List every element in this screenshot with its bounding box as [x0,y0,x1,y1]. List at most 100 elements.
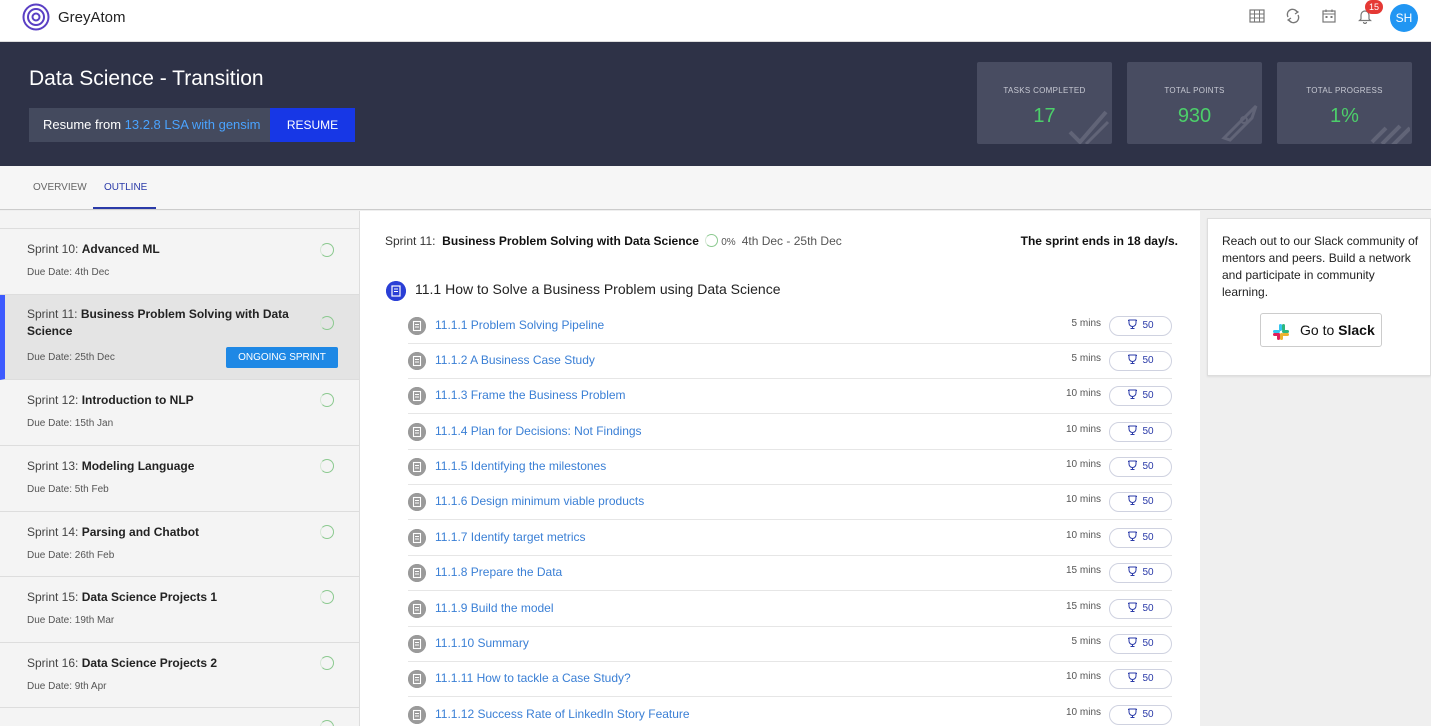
points-pill: 50 [1109,705,1172,725]
stat-tasks-completed: TASKS COMPLETED 17 [977,62,1112,144]
points-pill: 50 [1109,386,1172,406]
document-icon [408,670,426,688]
sprint-name: Data Science Projects 1 [81,590,218,604]
lesson-duration: 10 mins [1065,494,1101,505]
slack-description: Reach out to our Slack community of ment… [1222,234,1419,299]
lesson-row[interactable]: 11.1.1 Problem Solving Pipeline 5 mins 5… [408,309,1172,344]
sprint-prefix: Sprint 10: [27,242,82,256]
document-icon [408,493,426,511]
tab-overview[interactable]: OVERVIEW [33,182,87,193]
progress-ring-icon [320,656,334,670]
lesson-title[interactable]: 11.1.1 Problem Solving Pipeline [435,318,604,332]
progress-ring-icon [320,525,334,539]
document-icon [408,387,426,405]
lesson-title[interactable]: 11.1.9 Build the model [435,601,554,615]
lesson-duration: 10 mins [1065,459,1101,470]
resume-info: Resume from 13.2.8 LSA with gensim [29,108,270,142]
module-icon [386,281,406,301]
progress-ring-icon [320,720,334,726]
points-pill: 50 [1109,634,1172,654]
lesson-title[interactable]: 11.1.11 How to tackle a Case Study? [435,671,631,685]
go-to-slack-button[interactable]: Go to Slack [1260,313,1382,347]
sprint-item-14[interactable]: Sprint 14: Parsing and Chatbot Due Date:… [0,512,359,577]
document-icon [408,600,426,618]
lesson-row[interactable]: 11.1.12 Success Rate of LinkedIn Story F… [408,698,1172,726]
lesson-row[interactable]: 11.1.7 Identify target metrics 10 mins 5… [408,521,1172,556]
lesson-row[interactable]: 11.1.4 Plan for Decisions: Not Findings … [408,415,1172,450]
greyatom-logo-icon [22,3,50,31]
sprint-name: Modeling Language [81,459,195,473]
resume-link[interactable]: 13.2.8 LSA with gensim [125,117,261,132]
lesson-row[interactable]: 11.1.5 Identifying the milestones 10 min… [408,450,1172,485]
slack-button-brand: Slack [1338,322,1375,338]
lesson-row[interactable]: 11.1.9 Build the model 15 mins 50 [408,592,1172,627]
lesson-row[interactable]: 11.1.6 Design minimum viable products 10… [408,485,1172,520]
lesson-title[interactable]: 11.1.12 Success Rate of LinkedIn Story F… [435,707,690,721]
sync-icon[interactable] [1285,8,1301,24]
sprint-prefix: Sprint 13: [27,459,82,473]
sprint-list: Sprint 10: Advanced ML Due Date: 4th Dec… [0,211,360,726]
lesson-title[interactable]: 11.1.8 Prepare the Data [435,565,562,579]
points-pill: 50 [1109,422,1172,442]
sprint-title: Sprint 13: Modeling Language [27,458,297,475]
sprint-due-date: Due Date: 4th Dec [27,267,110,278]
progress-ring-icon [320,243,334,257]
lesson-points: 50 [1142,567,1154,578]
points-pill: 50 [1109,669,1172,689]
lesson-row[interactable]: 11.1.2 A Business Case Study 5 mins 50 [408,344,1172,379]
document-icon [408,529,426,547]
lesson-duration: 5 mins [1071,318,1101,329]
lesson-title[interactable]: 11.1.4 Plan for Decisions: Not Findings [435,424,642,438]
resume-button[interactable]: RESUME [270,108,355,142]
lesson-duration: 10 mins [1065,530,1101,541]
sprint-list-top-edge [0,211,359,229]
apps-icon[interactable] [1249,8,1265,24]
sprint-item-next[interactable] [0,708,359,726]
lesson-row[interactable]: 11.1.10 Summary 5 mins 50 [408,627,1172,662]
lesson-points: 50 [1142,496,1154,507]
lesson-row[interactable]: 11.1.3 Frame the Business Problem 10 min… [408,379,1172,414]
calendar-icon[interactable] [1321,8,1337,24]
sprint-detail: Sprint 11: Business Problem Solving with… [360,211,1200,726]
lesson-points: 50 [1142,532,1154,543]
sprint-item-15[interactable]: Sprint 15: Data Science Projects 1 Due D… [0,577,359,643]
progress-ring-icon [704,234,718,247]
sprint-header: Sprint 11: Business Problem Solving with… [385,234,842,248]
ongoing-sprint-badge[interactable]: ONGOING SPRINT [226,347,338,368]
sprint-item-16[interactable]: Sprint 16: Data Science Projects 2 Due D… [0,643,359,708]
checkmark-decoration-icon [1068,110,1110,144]
lesson-points: 50 [1142,390,1154,401]
lesson-title[interactable]: 11.1.7 Identify target metrics [435,530,586,544]
avatar[interactable]: SH [1390,4,1418,32]
tab-outline[interactable]: OUTLINE [104,182,147,193]
stat-label: TASKS COMPLETED [1003,86,1086,95]
lesson-title[interactable]: 11.1.6 Design minimum viable products [435,494,644,508]
document-icon [408,635,426,653]
progress-ring-icon [320,590,334,604]
sprint-item-13[interactable]: Sprint 13: Modeling Language Due Date: 5… [0,446,359,512]
lesson-points: 50 [1142,709,1154,720]
lesson-title[interactable]: 11.1.2 A Business Case Study [435,353,595,367]
slack-button-prefix: Go to [1300,322,1339,338]
sprint-prefix: Sprint 15: [27,590,82,604]
sprint-item-10[interactable]: Sprint 10: Advanced ML Due Date: 4th Dec [0,229,359,295]
lesson-row[interactable]: 11.1.8 Prepare the Data 15 mins 50 [408,556,1172,591]
progress-ring-icon [320,316,334,330]
lesson-duration: 5 mins [1071,636,1101,647]
course-tabs: OVERVIEW OUTLINE [0,166,1431,210]
lesson-title[interactable]: 11.1.5 Identifying the milestones [435,459,606,473]
sprint-item-11[interactable]: Sprint 11: Business Problem Solving with… [0,295,359,380]
lesson-title[interactable]: 11.1.3 Frame the Business Problem [435,388,626,402]
lesson-title[interactable]: 11.1.10 Summary [435,636,529,650]
trophy-icon [1128,495,1138,505]
lesson-row[interactable]: 11.1.11 How to tackle a Case Study? 10 m… [408,662,1172,697]
sprint-item-12[interactable]: Sprint 12: Introduction to NLP Due Date:… [0,380,359,446]
module-title[interactable]: 11.1 How to Solve a Business Problem usi… [415,281,781,297]
resume-prefix: Resume from [43,117,125,132]
trophy-icon [1128,354,1138,364]
trophy-icon [1128,637,1138,647]
logo[interactable]: GreyAtom [22,3,126,31]
lesson-duration: 10 mins [1065,707,1101,718]
chart-decoration-icon [1370,124,1410,144]
lesson-duration: 15 mins [1065,601,1101,612]
